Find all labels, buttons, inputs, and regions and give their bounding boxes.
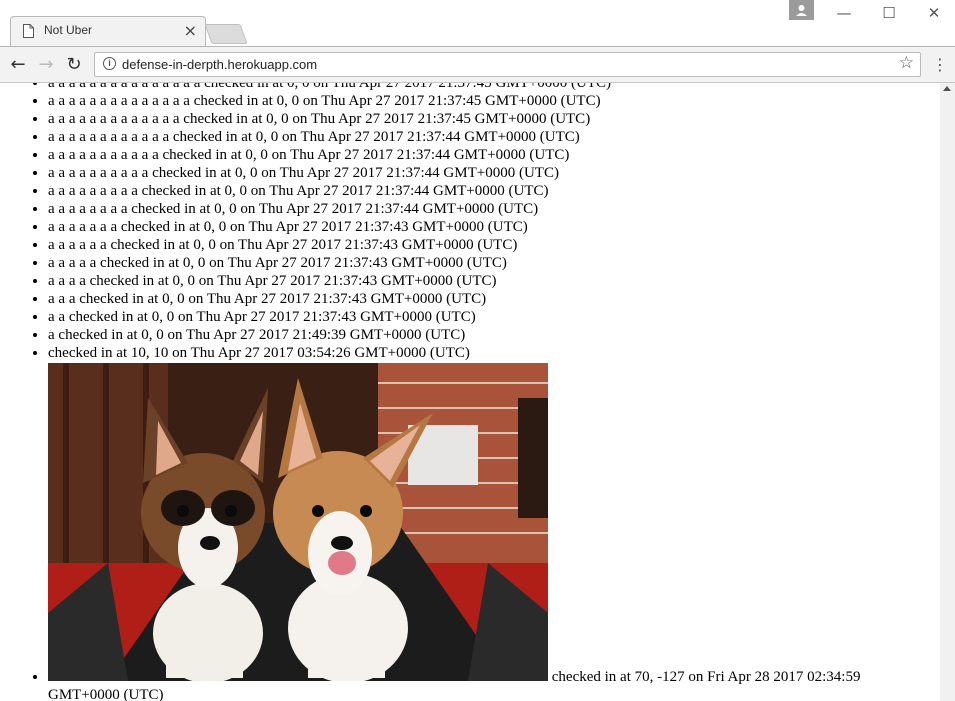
list-item: a a a a a a a a a checked in at 0, 0 on … <box>48 182 908 200</box>
list-item: a a a a a a a a a a a a a a checked in a… <box>48 92 908 110</box>
list-item: a a a a a a a a a a a a a checked in at … <box>48 110 908 128</box>
url-text[interactable]: defense-in-derpth.herokuapp.com <box>122 57 317 72</box>
minimize-button[interactable]: — <box>830 4 858 22</box>
forward-button[interactable]: → <box>34 53 58 77</box>
tab-close-icon[interactable]: × <box>184 21 197 40</box>
maximize-button[interactable]: ☐ <box>875 4 903 22</box>
browser-toolbar: ← → ↻ i defense-in-derpth.herokuapp.com … <box>0 46 955 83</box>
list-item: a a a a a a a a checked in at 0, 0 on Th… <box>48 200 908 218</box>
tab-title: Not Uber <box>44 23 93 37</box>
list-item: a checked in at 0, 0 on Thu Apr 27 2017 … <box>48 326 908 344</box>
list-item: a a a checked in at 0, 0 on Thu Apr 27 2… <box>48 290 908 308</box>
scroll-up-arrow-icon[interactable] <box>943 86 951 91</box>
list-item: a a a a a checked in at 0, 0 on Thu Apr … <box>48 254 908 272</box>
back-button[interactable]: ← <box>6 53 30 77</box>
reload-button[interactable]: ↻ <box>62 53 86 77</box>
list-item: a a a a a a a a a a checked in at 0, 0 o… <box>48 164 908 182</box>
page-icon <box>23 24 34 38</box>
profile-icon[interactable] <box>789 0 814 20</box>
list-item: a a a a checked in at 0, 0 on Thu Apr 27… <box>48 272 908 290</box>
browser-tab[interactable]: Not Uber × <box>10 16 206 46</box>
page-content: a a a a a a a a a a a a a a a checked in… <box>0 83 940 701</box>
vertical-scrollbar[interactable] <box>940 83 955 701</box>
list-item: a a a a a a a a a a a a a a a checked in… <box>48 83 908 92</box>
info-icon[interactable]: i <box>103 57 116 70</box>
person-icon <box>796 5 807 16</box>
list-item: a a a a a a a a a a a a checked in at 0,… <box>48 128 908 146</box>
checkin-list: a a a a a a a a a a a a a a a checked in… <box>0 83 908 701</box>
list-item: checked in at 10, 10 on Thu Apr 27 2017 … <box>48 344 908 362</box>
address-bar[interactable]: i defense-in-derpth.herokuapp.com ☆ <box>94 52 921 77</box>
list-item: a a a a a a a a a a a checked in at 0, 0… <box>48 146 908 164</box>
list-item-image: checked in at 70, -127 on Fri Apr 28 201… <box>48 362 908 701</box>
list-item: a a checked in at 0, 0 on Thu Apr 27 201… <box>48 308 908 326</box>
list-item: a a a a a a checked in at 0, 0 on Thu Ap… <box>48 236 908 254</box>
new-tab-button[interactable] <box>204 24 248 44</box>
corgi-photo <box>48 363 548 681</box>
list-item: a a a a a a a checked in at 0, 0 on Thu … <box>48 218 908 236</box>
close-window-button[interactable]: ✕ <box>920 4 948 22</box>
browser-menu-icon[interactable]: ⋮ <box>932 55 948 75</box>
title-bar: Not Uber × — ☐ ✕ <box>0 0 955 46</box>
bookmark-star-icon[interactable]: ☆ <box>899 53 914 73</box>
